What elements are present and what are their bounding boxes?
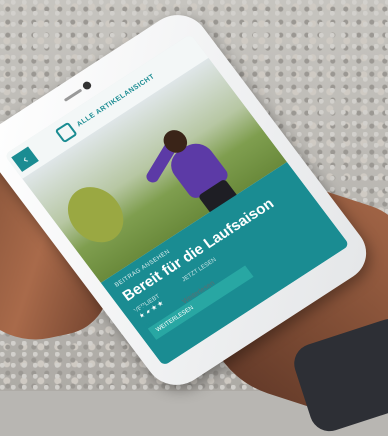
tree: [56, 177, 135, 253]
brand-logo-icon: [54, 121, 78, 144]
speaker-grille: [63, 88, 83, 102]
chevron-left-icon[interactable]: ‹: [11, 146, 39, 172]
front-camera: [81, 80, 93, 91]
